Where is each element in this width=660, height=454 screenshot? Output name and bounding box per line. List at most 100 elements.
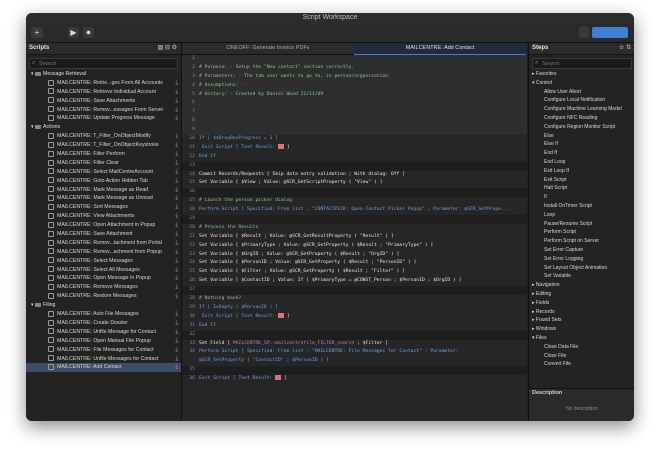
download-icon[interactable]: ⤓ <box>175 194 178 203</box>
download-icon[interactable]: ⤓ <box>175 328 178 337</box>
download-icon[interactable]: ⤓ <box>175 248 178 257</box>
script-line[interactable]: @SCR_SetProperty ( "ContactID" ; $Person… <box>182 357 527 366</box>
script-line[interactable]: 4 # Assumptions: - <box>182 81 527 91</box>
script-item[interactable]: MAILCENTRE: File Messages for Contact ⤓ <box>26 346 181 355</box>
script-line[interactable]: 2 # Purpose: - Setup the "New contact" se… <box>182 63 527 73</box>
step-category[interactable]: ▸ Records <box>529 308 634 317</box>
script-line[interactable]: 15 Set Variable [ $View ; Value: @SCR_Get… <box>182 179 527 188</box>
step-category[interactable]: ▸ Fields <box>529 299 634 308</box>
script-line[interactable]: 35 <box>182 366 527 376</box>
download-icon[interactable]: ⤓ <box>175 346 178 355</box>
download-icon[interactable]: ⤓ <box>175 257 178 266</box>
script-item[interactable]: MAILCENTRE: Filter Clear ⤓ <box>26 159 181 168</box>
script-item[interactable]: MAILCENTRE: Add Contact ⤓ <box>26 363 181 373</box>
step-item[interactable]: Configure Local Notification <box>529 96 634 105</box>
script-item[interactable]: MAILCENTRE: Open Manual File Popup ⤓ <box>26 337 181 346</box>
script-item[interactable]: MAILCENTRE: Open Message In Popup ⤓ <box>26 274 181 283</box>
script-item[interactable]: MAILCENTRE: Save Attachments ⤓ <box>26 97 181 106</box>
script-line[interactable]: 3 # Parameters: - The tab user wants to g… <box>182 72 527 82</box>
step-item[interactable]: Configure Machine Learning Model <box>529 105 634 114</box>
download-icon[interactable]: ⤓ <box>175 97 178 106</box>
download-icon[interactable]: ⤓ <box>175 221 178 230</box>
script-line[interactable]: 32 <box>182 330 527 340</box>
step-item[interactable]: Close File <box>529 352 634 361</box>
script-item[interactable]: MAILCENTRE: Unfile Message for Contact ⤓ <box>26 328 181 337</box>
scripts-pane-actions-icon[interactable]: ▤ ⊟ ⚙ <box>158 43 177 54</box>
download-icon[interactable]: ⤓ <box>175 114 178 123</box>
download-icon[interactable]: ⤓ <box>175 266 178 275</box>
script-line[interactable]: 25 Set Variable [ $Filter ; Value: @SCR_G… <box>182 268 527 277</box>
script-line[interactable]: 7 <box>182 108 527 118</box>
download-icon[interactable]: ⤓ <box>175 230 178 239</box>
script-item[interactable]: MAILCENTRE: Remov...achment from Popup ⤓ <box>26 248 181 257</box>
script-item[interactable]: MAILCENTRE: Select Messages ⤓ <box>26 257 181 266</box>
step-item[interactable]: Perform Script <box>529 228 634 237</box>
script-line[interactable]: 6 <box>182 99 527 109</box>
editor-tab[interactable]: ONEOFF: Generate Invoice PDFs <box>182 43 354 54</box>
script-item[interactable]: MAILCENTRE: Create Dossier ⤓ <box>26 319 181 328</box>
script-item[interactable]: MAILCENTRE: Remov...essages From Server ⤓ <box>26 106 181 115</box>
script-line[interactable]: 27 <box>182 286 527 296</box>
download-icon[interactable]: ⤓ <box>175 292 178 301</box>
steps-pane-actions-icon[interactable]: ☆ ⇅ <box>619 43 631 54</box>
step-item[interactable]: Else If <box>529 140 634 149</box>
script-item[interactable]: MAILCENTRE: Update Progress Message ⤓ <box>26 114 181 123</box>
step-category[interactable]: ▸ Navigation <box>529 281 634 290</box>
script-item[interactable]: MAILCENTRE: Auto File Messages ⤓ <box>26 310 181 319</box>
script-line[interactable]: 9 <box>182 126 527 136</box>
pane-layout-toggle[interactable] <box>592 27 628 38</box>
code-area[interactable]: 1 2 # Purpose: - Setup the "New contact" s… <box>182 55 527 384</box>
script-item[interactable]: MAILCENTRE: T_Filter_OnObjectModify ⤓ <box>26 132 181 141</box>
download-icon[interactable]: ⤓ <box>175 88 178 97</box>
script-line[interactable]: 36 Exit Script [ Text Result: ] <box>182 375 527 384</box>
download-icon[interactable]: ⤓ <box>175 274 178 283</box>
step-item[interactable]: Perform Script on Server <box>529 237 634 246</box>
script-line[interactable]: 33 Set Field [ MAILCENTRE_SP::mailcentref… <box>182 340 527 349</box>
script-folder[interactable]: ▾ Message Retrieval <box>26 70 181 79</box>
step-item[interactable]: Set Layout Object Animation <box>529 264 634 273</box>
script-item[interactable]: MAILCENTRE: Filter Perform ⤓ <box>26 150 181 159</box>
download-icon[interactable]: ⤓ <box>175 79 178 88</box>
download-icon[interactable]: ⤓ <box>175 141 178 150</box>
download-icon[interactable]: ⤓ <box>175 186 178 195</box>
step-item[interactable]: Exit Loop If <box>529 167 634 176</box>
download-icon[interactable]: ⤓ <box>175 212 178 221</box>
download-icon[interactable]: ⤓ <box>175 132 178 141</box>
script-line[interactable]: 11 Exit Script [ Text Result: ] <box>182 143 527 153</box>
script-line[interactable]: 12 End If <box>182 153 527 162</box>
download-icon[interactable]: ⤓ <box>175 319 178 328</box>
step-item[interactable]: Set Variable <box>529 272 634 281</box>
script-line[interactable]: 17 # Launch the person picker dialog <box>182 197 527 206</box>
download-icon[interactable]: ⤓ <box>175 203 178 212</box>
step-item[interactable]: Install OnTimer Script <box>529 202 634 211</box>
step-category[interactable]: ▸ Editing <box>529 290 634 299</box>
download-icon[interactable]: ⤓ <box>175 239 178 248</box>
script-line[interactable]: 26 Set Variable [ $ContactID ; Value: If … <box>182 277 527 286</box>
script-line[interactable]: 18 Perform Script [ Specified: From list … <box>182 206 527 215</box>
script-line[interactable]: 14 Commit Records/Requests [ Skip data en… <box>182 171 527 180</box>
script-item[interactable]: MAILCENTRE: Mark Message as Read ⤓ <box>26 186 181 195</box>
step-item[interactable]: End If <box>529 149 634 158</box>
script-item[interactable]: MAILCENTRE: Restore Messages ⤓ <box>26 292 181 301</box>
script-folder[interactable]: ▾ Actions <box>26 123 181 132</box>
step-item[interactable]: Set Error Capture <box>529 246 634 255</box>
script-line[interactable]: 23 Set Variable [ $OrgID ; Value: @SCR_Ge… <box>182 251 527 260</box>
script-line[interactable]: 16 <box>182 188 527 198</box>
script-line[interactable]: 20 # Process the Results <box>182 224 527 233</box>
script-line[interactable]: 31 End If <box>182 322 527 331</box>
script-item[interactable]: MAILCENTRE: Goto Action Hidden Tab ⤓ <box>26 177 181 186</box>
script-item[interactable]: MAILCENTRE: Save Attachment ⤓ <box>26 230 181 239</box>
script-line[interactable]: 30 Exit Script [ Text Result: ] <box>182 312 527 322</box>
step-item[interactable]: Exit Script <box>529 176 634 185</box>
step-item[interactable]: Close Data File <box>529 343 634 352</box>
new-script-button[interactable]: + <box>31 27 43 38</box>
scripts-search-input[interactable] <box>39 59 159 68</box>
download-icon[interactable]: ⤓ <box>175 355 178 364</box>
step-category[interactable]: ▸ Windows <box>529 325 634 334</box>
download-icon[interactable]: ⤓ <box>175 150 178 159</box>
download-icon[interactable]: ⤓ <box>175 168 178 177</box>
download-icon[interactable]: ⤓ <box>175 106 178 115</box>
step-category[interactable]: ▾ Files <box>529 334 634 343</box>
step-item[interactable]: Pause/Resume Script <box>529 220 634 229</box>
script-item[interactable]: MAILCENTRE: Select All Messages ⤓ <box>26 266 181 275</box>
